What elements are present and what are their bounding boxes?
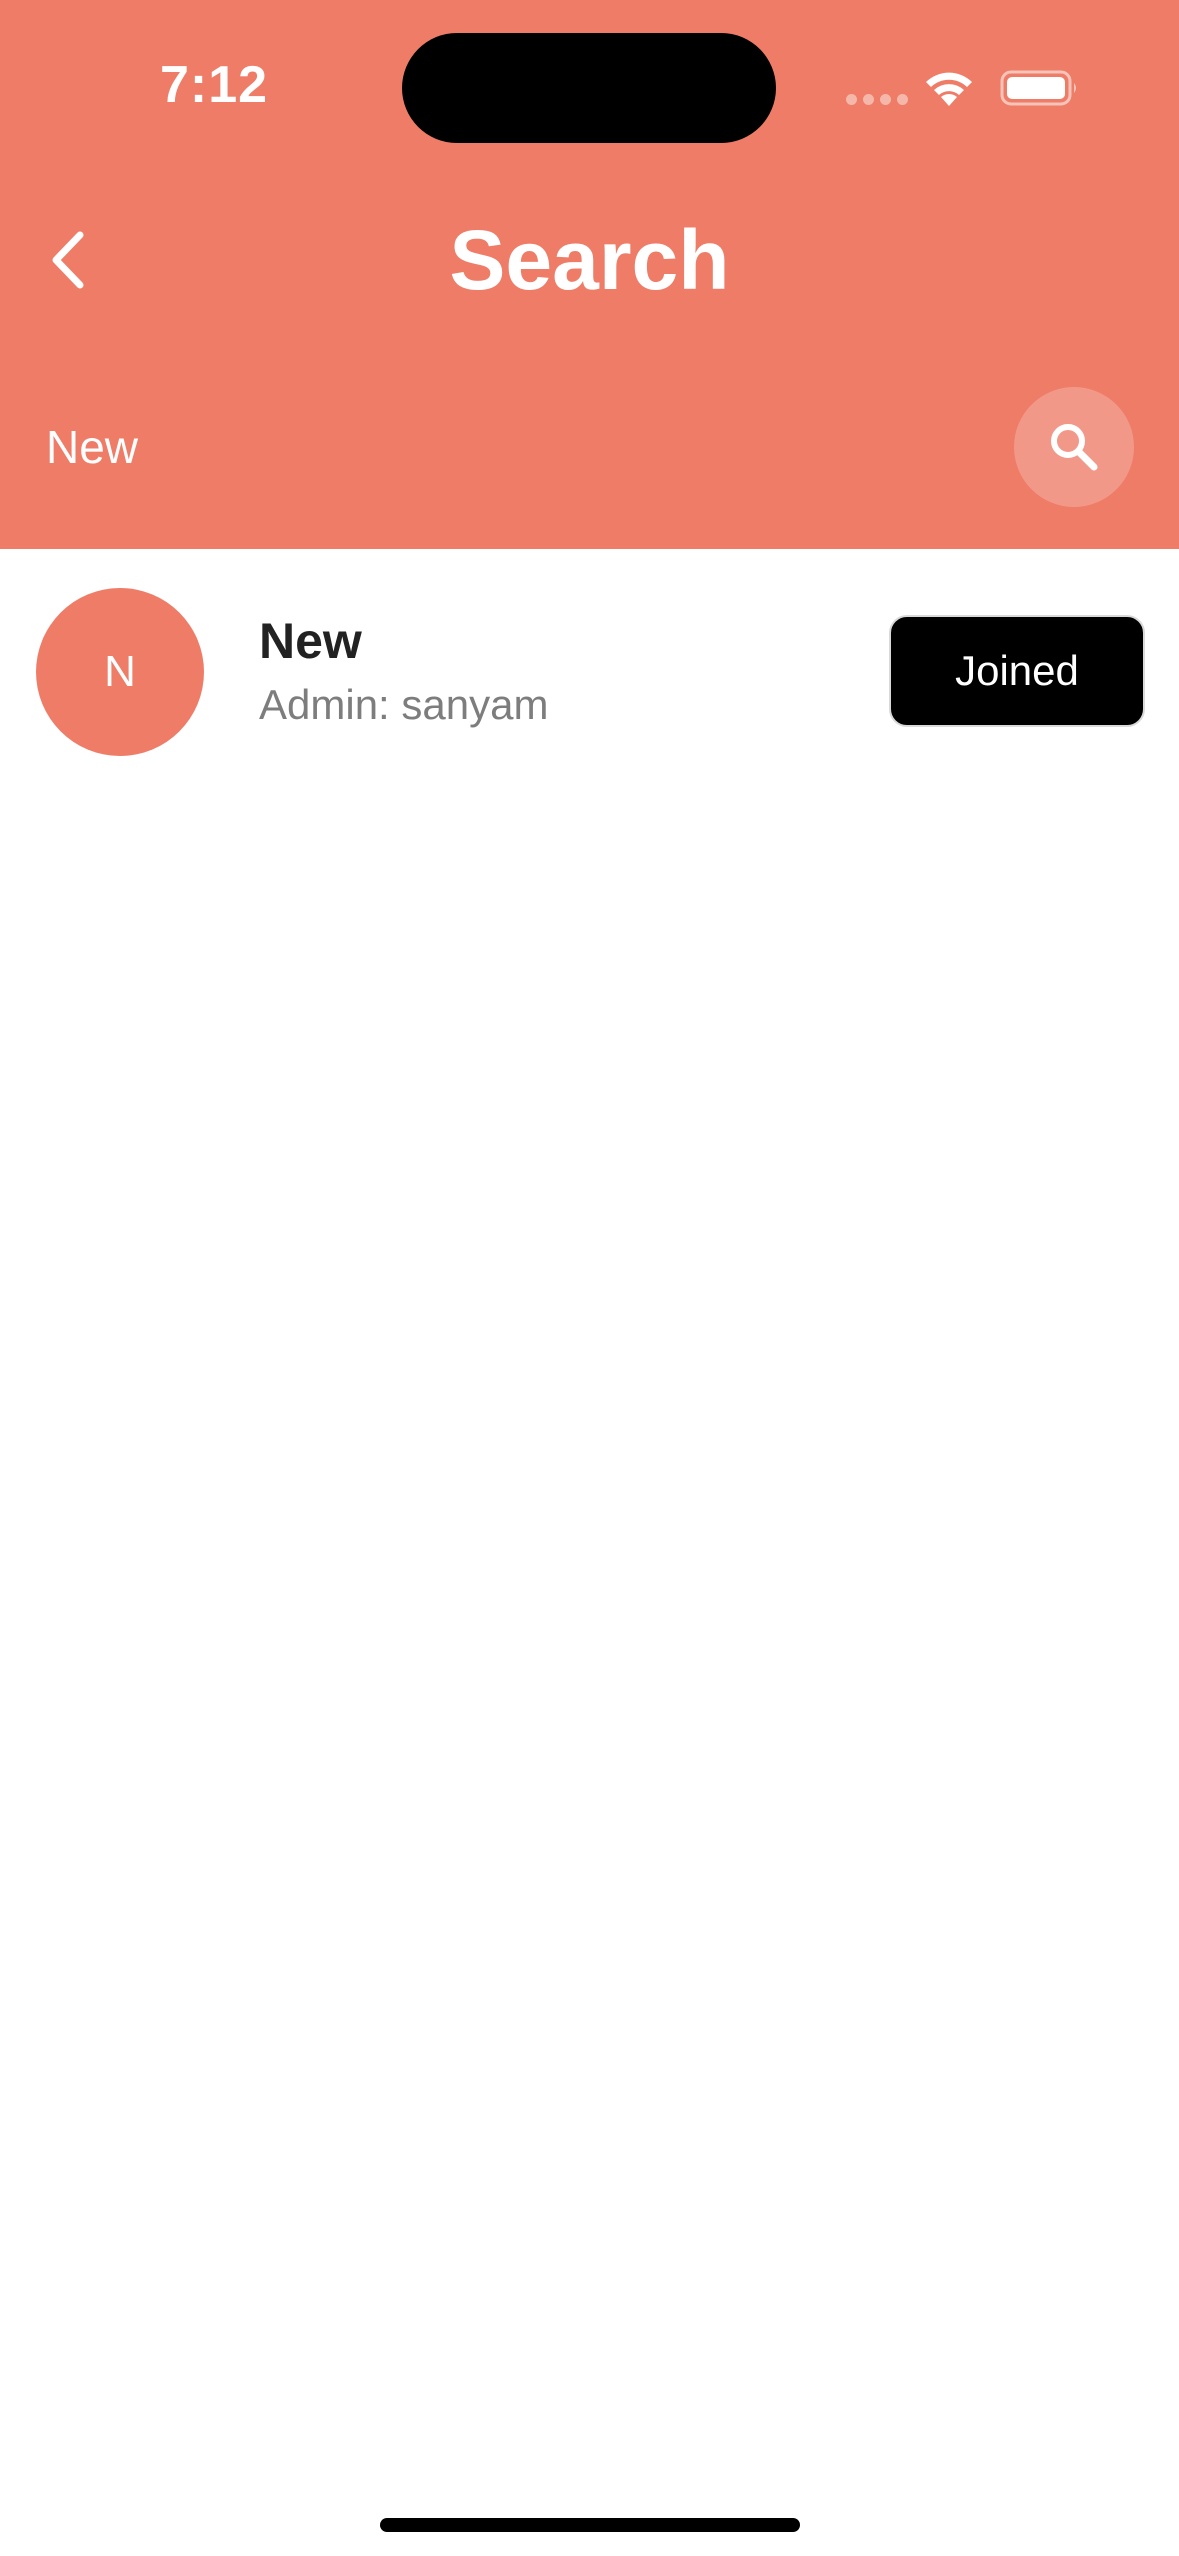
page-title: Search xyxy=(449,213,730,307)
search-icon xyxy=(1051,424,1098,471)
wifi-icon xyxy=(926,72,972,106)
status-time: 7:12 xyxy=(160,56,269,114)
cellular-signal-icon xyxy=(846,94,908,105)
list-item[interactable]: N New Admin: sanyam Joined xyxy=(0,549,1179,793)
header-bar: 7:12 Search xyxy=(0,0,1179,549)
search-input[interactable] xyxy=(46,415,946,479)
joined-button[interactable]: Joined xyxy=(889,615,1145,727)
home-indicator[interactable] xyxy=(380,2518,800,2532)
battery-icon xyxy=(1000,70,1076,106)
avatar: N xyxy=(36,588,204,756)
search-button[interactable] xyxy=(1014,387,1134,507)
group-name: New xyxy=(259,613,362,669)
group-admin: Admin: sanyam xyxy=(259,681,549,728)
dynamic-island xyxy=(402,33,776,143)
